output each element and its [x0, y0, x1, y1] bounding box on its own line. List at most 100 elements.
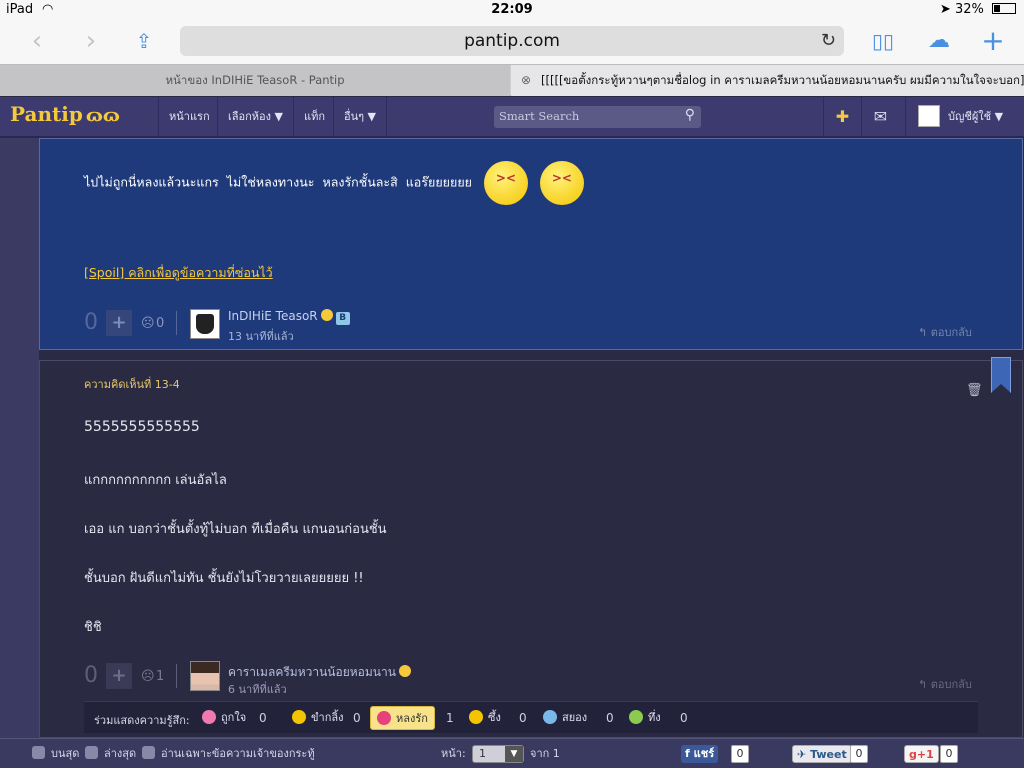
emotion-touched-button[interactable]: ซึ้ง — [463, 706, 507, 730]
emotion-amazed-button[interactable]: ทึ่ง — [623, 706, 667, 730]
emotion-label: หลงรัก — [396, 712, 428, 725]
emotion-label: สยอง — [562, 711, 588, 724]
tweet-button[interactable]: ✈ Tweet — [792, 745, 852, 763]
nav-choose-room[interactable]: เลือกห้อง ▼ — [217, 97, 293, 137]
reply-button[interactable]: ↰ ตอบกลับ — [918, 675, 972, 693]
tab-thread-label: [[[[[ขอตั้งกระทู้หวานๆตามชื่อlog in คารา… — [541, 73, 1024, 87]
vote-score: 0 — [84, 663, 98, 688]
smile-badge-icon — [320, 309, 333, 321]
scared-icon — [543, 710, 557, 724]
emotion-label: ขำกลิ้ง — [311, 711, 344, 724]
comment-line: เออ แก บอกว่าชั้นตั้งทู้ไม่บอก ทีเมื่อคื… — [84, 522, 387, 537]
scroll-bottom-button[interactable]: ล่างสุด — [85, 739, 136, 768]
owner-only-button[interactable]: อ่านเฉพาะข้อความเจ้าของกระทู้ — [142, 739, 315, 768]
back-button[interactable]: ‹ — [20, 26, 54, 56]
close-tab-icon[interactable]: ⊗ — [521, 65, 531, 96]
love-icon — [377, 711, 391, 725]
emotion-count: 1 — [156, 669, 165, 684]
facebook-icon: f — [685, 747, 690, 760]
divider — [176, 311, 177, 335]
facebook-share-label: แชร์ — [693, 747, 715, 760]
tab-profile[interactable]: หน้าของ InDIHiE TeasoR - Pantip — [0, 65, 510, 96]
comment-line: แกกกกกกกกกก เล่นอัลไล — [84, 473, 227, 488]
blogger-badge: B — [335, 312, 350, 325]
emotion-label: ทึ่ง — [648, 711, 661, 724]
page-select[interactable]: 1 — [472, 745, 524, 763]
reload-icon[interactable]: ↻ — [821, 26, 836, 56]
tab-bar: หน้าของ InDIHiE TeasoR - Pantip ⊗ [[[[[ข… — [0, 64, 1024, 96]
chat-icon[interactable]: ✚ — [823, 97, 861, 137]
author-link[interactable]: InDIHiE TeasoR B — [228, 309, 350, 325]
laugh-emoji-icon — [539, 161, 584, 205]
browser-toolbar: ‹ › ⇪ pantip.com ↻ ▯▯ ☁ + — [0, 20, 1024, 64]
tab-thread[interactable]: ⊗ [[[[[ขอตั้งกระทู้หวานๆตามชื่อlog in คา… — [511, 65, 1024, 96]
emotion-count: 0 — [606, 711, 614, 725]
comment-text-line: ไปไม่ถูกนี่หลงแล้วนะแกร ไม่ใช่หลงทางนะ ห… — [84, 174, 472, 190]
facebook-share-button[interactable]: f แชร์ — [681, 745, 719, 763]
emotion-like-button[interactable]: ถูกใจ — [196, 706, 252, 730]
emotion-laugh-button[interactable]: ขำกลิ้ง — [286, 706, 349, 730]
smile-badge-icon — [398, 665, 411, 677]
address-bar[interactable]: pantip.com ↻ — [180, 26, 844, 56]
account-menu[interactable]: บัญชีผู้ใช้ ▼ — [905, 97, 1024, 137]
new-tab-button[interactable]: + — [976, 26, 1010, 56]
emotion-scared-button[interactable]: สยอง — [537, 706, 593, 730]
nav-home[interactable]: หน้าแรก — [158, 97, 220, 137]
emotion-count: 0 — [259, 711, 267, 725]
comment-line: ชั้นบอก ฝันดีแกไม่ทัน ชั้นยังไม่โวยวายเล… — [84, 571, 364, 586]
tweet-label: Tweet — [810, 748, 847, 761]
emotion-count: 0 — [156, 316, 165, 331]
emotion-label: ถูกใจ — [221, 711, 247, 724]
emotion-label: ซึ้ง — [488, 711, 501, 724]
tweet-count: 0 — [850, 745, 868, 763]
scroll-top-button[interactable]: บนสุด — [32, 739, 79, 768]
vote-plus-button[interactable]: + — [106, 663, 132, 689]
icloud-tabs-button[interactable]: ☁ — [922, 26, 956, 56]
post-time: 6 นาทีที่แล้ว — [228, 683, 287, 696]
location-icon: ➤ — [939, 2, 951, 17]
logo-mark: ɷɷ — [85, 105, 120, 126]
scroll-bottom-label: ล่างสุด — [104, 747, 137, 760]
reply-icon: ↰ — [918, 678, 928, 691]
comment-heading: ความคิดเห็นที่ 13-4 — [84, 378, 180, 391]
emotion-count: 0 — [519, 711, 527, 725]
forward-button[interactable]: › — [74, 26, 108, 56]
page-of-label: จาก 1 — [530, 747, 560, 760]
laugh-icon — [292, 710, 306, 724]
share-button[interactable]: ⇪ — [127, 26, 161, 56]
page-label: หน้า: — [441, 747, 466, 760]
battery-fill — [994, 5, 1000, 12]
emotion-love-button[interactable]: หลงรัก — [370, 706, 435, 730]
emotion-bar: ร่วมแสดงความรู้สึก: ถูกใจ 0 ขำกลิ้ง 0 หล… — [84, 701, 978, 733]
emotion-count: 0 — [680, 711, 688, 725]
comment-text: ไปไม่ถูกนี่หลงแล้วนะแกร ไม่ใช่หลงทางนะ ห… — [84, 161, 584, 205]
nav-more[interactable]: อื่นๆ ▼ — [333, 97, 387, 137]
bookmarks-button[interactable]: ▯▯ — [866, 26, 900, 56]
bottom-bar: บนสุด ล่างสุด อ่านเฉพาะข้อความเจ้าของกระ… — [0, 738, 1024, 768]
site-header: Pantip ɷɷ หน้าแรก เลือกห้อง ▼ แท็ก อื่นๆ … — [0, 97, 1024, 137]
author-name: InDIHiE TeasoR — [228, 309, 318, 323]
status-bar: iPad ◠ 22:09 ➤ 32% — [0, 0, 1024, 20]
mail-icon[interactable]: ✉ — [861, 97, 899, 137]
trash-icon[interactable]: 🗑 — [966, 383, 983, 398]
search-input[interactable]: Smart Search ⚲ — [494, 106, 701, 128]
arrow-up-icon — [32, 746, 45, 759]
avatar[interactable] — [190, 661, 220, 691]
gplus-button[interactable]: g+1 — [904, 745, 939, 763]
search-placeholder: Smart Search — [499, 109, 580, 123]
twitter-icon: ✈ — [797, 748, 807, 761]
scroll-top-label: บนสุด — [51, 747, 80, 760]
left-gutter — [0, 138, 39, 738]
bookmark-icon[interactable] — [991, 357, 1011, 393]
user-avatar — [918, 105, 940, 127]
spoil-link[interactable]: [Spoil] คลิกเพื่อดูข้อความที่ซ่อนไว้ — [84, 263, 273, 283]
avatar[interactable] — [190, 309, 220, 339]
account-label: บัญชีผู้ใช้ ▼ — [948, 110, 1004, 123]
vote-plus-button[interactable]: + — [106, 310, 132, 336]
nav-tags[interactable]: แท็ก — [293, 97, 335, 137]
site-logo[interactable]: Pantip ɷɷ — [10, 102, 120, 126]
owner-avatar-icon — [142, 746, 155, 759]
touched-icon — [469, 710, 483, 724]
search-icon[interactable]: ⚲ — [685, 107, 695, 123]
reply-button[interactable]: ↰ ตอบกลับ — [918, 323, 972, 341]
